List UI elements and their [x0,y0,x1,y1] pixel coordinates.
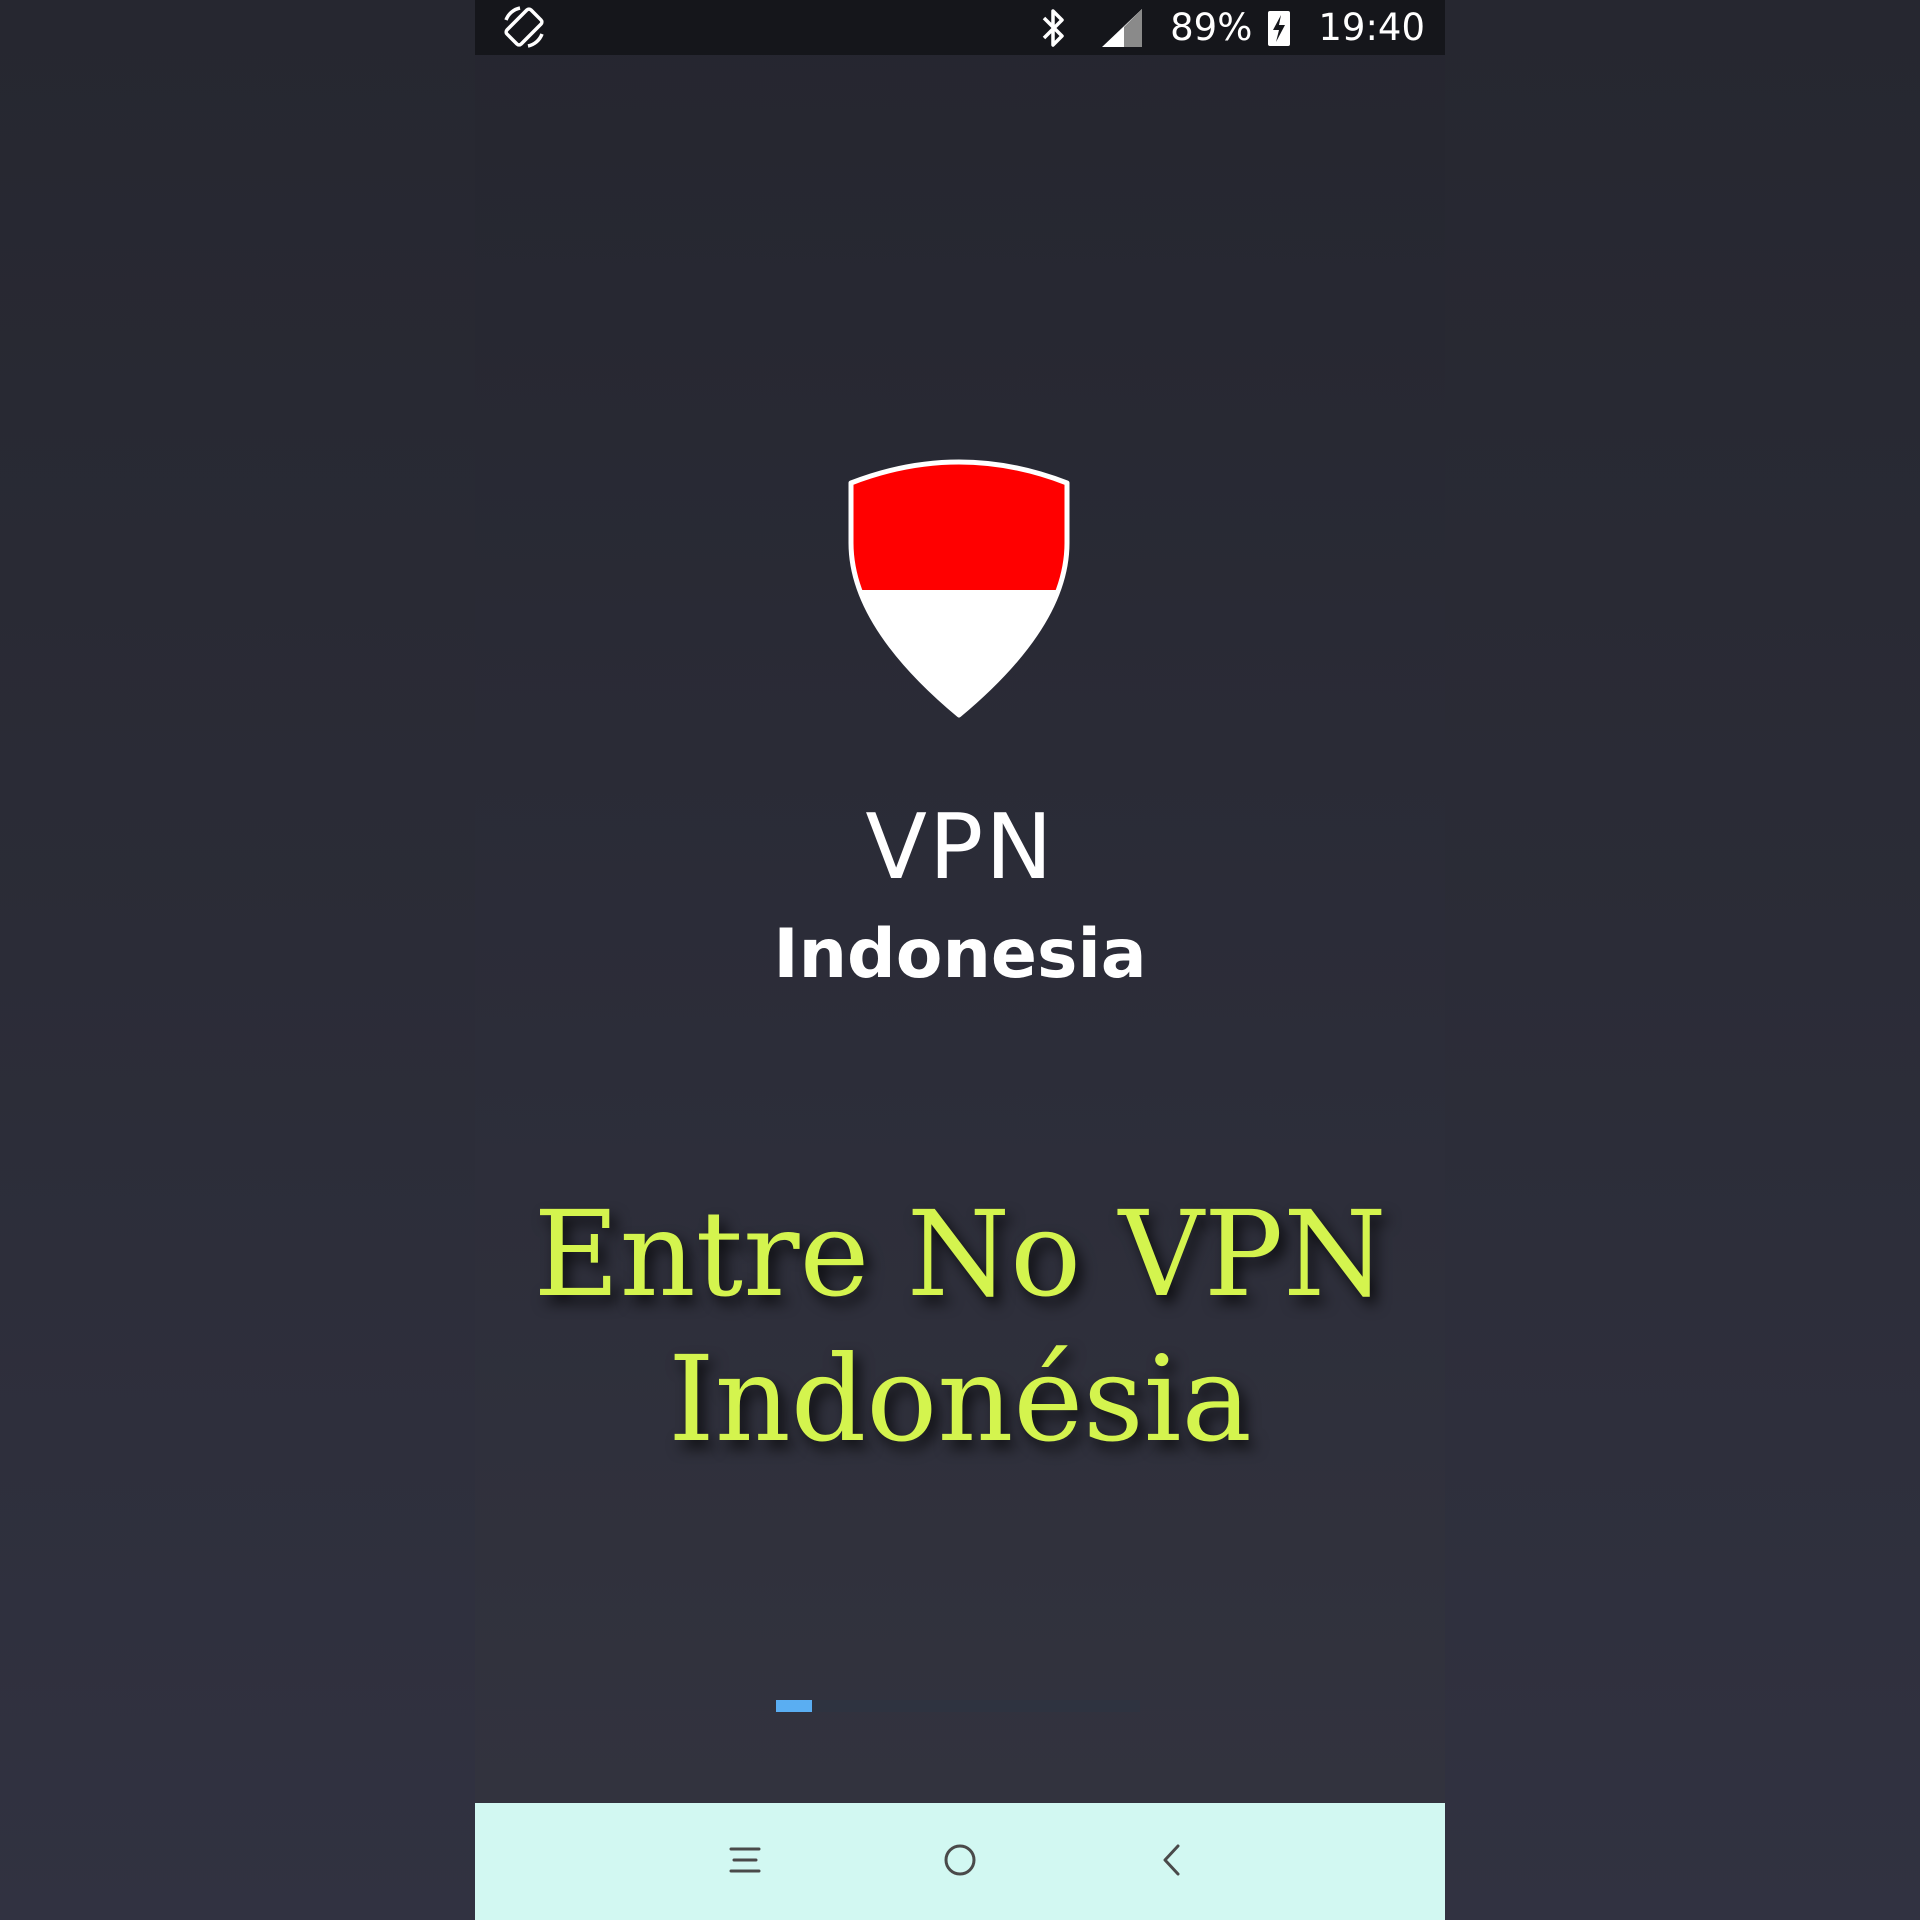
loading-progress-fill [776,1700,813,1712]
status-indicators: 89% 19:40 [1038,0,1425,55]
clock: 19:40 [1318,6,1425,49]
menu-icon [729,1847,761,1873]
loading-progress-bar [776,1700,1140,1712]
back-icon [1163,1844,1180,1876]
caption-line-1: Entre No VPN [533,1185,1387,1323]
caption-line-2: Indonésia [668,1330,1252,1468]
battery-charging-icon [1268,10,1291,46]
phone-screen: 89% 19:40 VPN Indonesia Entre No VPN Ind… [475,0,1445,1920]
bluetooth-icon [1042,8,1064,47]
indonesia-flag-shield-icon [848,459,1070,718]
back-button[interactable] [1132,1825,1212,1895]
signal-icon [1102,8,1143,47]
app-title: VPN [865,795,1055,900]
recent-apps-button[interactable] [705,1825,785,1895]
status-bar: 89% 19:40 [475,0,1445,55]
screen-rotate-icon[interactable] [500,4,548,50]
battery-percent: 89% [1170,6,1253,49]
app-subtitle: Indonesia [773,915,1147,994]
home-button[interactable] [920,1825,1000,1895]
home-icon [944,1844,976,1876]
navigation-bar [475,1803,1445,1920]
